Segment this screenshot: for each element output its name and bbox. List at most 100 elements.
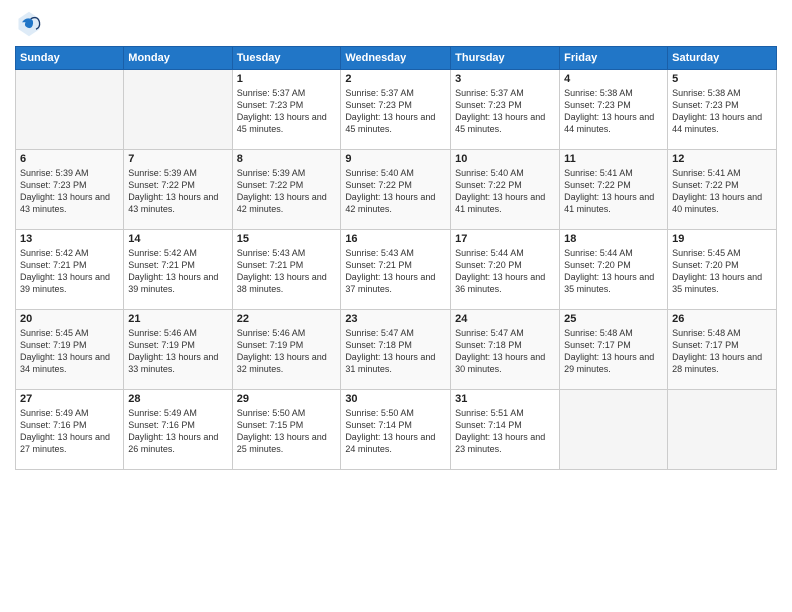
day-number: 14: [128, 233, 227, 245]
calendar-cell: 28 Sunrise: 5:49 AM Sunset: 7:16 PM Dayli…: [124, 390, 232, 470]
day-info: Sunrise: 5:43 AM Sunset: 7:21 PM Dayligh…: [237, 247, 337, 296]
day-number: 16: [345, 233, 446, 245]
day-info: Sunrise: 5:37 AM Sunset: 7:23 PM Dayligh…: [237, 87, 337, 136]
calendar-cell: 3 Sunrise: 5:37 AM Sunset: 7:23 PM Daylig…: [451, 70, 560, 150]
day-header-saturday: Saturday: [668, 47, 777, 70]
calendar-cell: 27 Sunrise: 5:49 AM Sunset: 7:16 PM Dayli…: [16, 390, 124, 470]
day-info: Sunrise: 5:50 AM Sunset: 7:15 PM Dayligh…: [237, 407, 337, 456]
day-number: 21: [128, 313, 227, 325]
calendar-cell: 22 Sunrise: 5:46 AM Sunset: 7:19 PM Dayli…: [232, 310, 341, 390]
week-row-2: 6 Sunrise: 5:39 AM Sunset: 7:23 PM Daylig…: [16, 150, 777, 230]
day-info: Sunrise: 5:38 AM Sunset: 7:23 PM Dayligh…: [564, 87, 663, 136]
calendar-cell: 2 Sunrise: 5:37 AM Sunset: 7:23 PM Daylig…: [341, 70, 451, 150]
day-info: Sunrise: 5:48 AM Sunset: 7:17 PM Dayligh…: [672, 327, 772, 376]
day-info: Sunrise: 5:40 AM Sunset: 7:22 PM Dayligh…: [455, 167, 555, 216]
calendar-cell: 12 Sunrise: 5:41 AM Sunset: 7:22 PM Dayli…: [668, 150, 777, 230]
day-info: Sunrise: 5:39 AM Sunset: 7:22 PM Dayligh…: [237, 167, 337, 216]
day-info: Sunrise: 5:39 AM Sunset: 7:23 PM Dayligh…: [20, 167, 119, 216]
day-info: Sunrise: 5:44 AM Sunset: 7:20 PM Dayligh…: [455, 247, 555, 296]
calendar-cell: 5Sunrise: 5:38 AM Sunset: 7:23 PM Daylig…: [668, 70, 777, 150]
day-number: 29: [237, 393, 337, 405]
week-row-3: 13 Sunrise: 5:42 AM Sunset: 7:21 PM Dayli…: [16, 230, 777, 310]
calendar-cell: 9Sunrise: 5:40 AM Sunset: 7:22 PM Daylig…: [341, 150, 451, 230]
day-info: Sunrise: 5:40 AM Sunset: 7:22 PM Dayligh…: [345, 167, 446, 216]
day-info: Sunrise: 5:44 AM Sunset: 7:20 PM Dayligh…: [564, 247, 663, 296]
day-number: 11: [564, 153, 663, 165]
day-info: Sunrise: 5:37 AM Sunset: 7:23 PM Dayligh…: [455, 87, 555, 136]
day-info: Sunrise: 5:39 AM Sunset: 7:22 PM Dayligh…: [128, 167, 227, 216]
calendar-cell: 13 Sunrise: 5:42 AM Sunset: 7:21 PM Dayli…: [16, 230, 124, 310]
calendar-cell: 18 Sunrise: 5:44 AM Sunset: 7:20 PM Dayli…: [560, 230, 668, 310]
calendar-cell: 25Sunrise: 5:48 AM Sunset: 7:17 PM Dayli…: [560, 310, 668, 390]
week-row-4: 20 Sunrise: 5:45 AM Sunset: 7:19 PM Dayli…: [16, 310, 777, 390]
day-info: Sunrise: 5:50 AM Sunset: 7:14 PM Dayligh…: [345, 407, 446, 456]
calendar-cell: [124, 70, 232, 150]
day-number: 19: [672, 233, 772, 245]
day-number: 15: [237, 233, 337, 245]
day-info: Sunrise: 5:42 AM Sunset: 7:21 PM Dayligh…: [20, 247, 119, 296]
day-number: 13: [20, 233, 119, 245]
day-number: 18: [564, 233, 663, 245]
day-info: Sunrise: 5:37 AM Sunset: 7:23 PM Dayligh…: [345, 87, 446, 136]
day-number: 30: [345, 393, 446, 405]
day-number: 22: [237, 313, 337, 325]
day-header-friday: Friday: [560, 47, 668, 70]
calendar-cell: [16, 70, 124, 150]
calendar-cell: 4 Sunrise: 5:38 AM Sunset: 7:23 PM Daylig…: [560, 70, 668, 150]
logo-icon: [15, 10, 43, 38]
day-number: 5: [672, 73, 772, 85]
calendar-cell: 23 Sunrise: 5:47 AM Sunset: 7:18 PM Dayli…: [341, 310, 451, 390]
calendar-cell: 16 Sunrise: 5:43 AM Sunset: 7:21 PM Dayli…: [341, 230, 451, 310]
day-info: Sunrise: 5:42 AM Sunset: 7:21 PM Dayligh…: [128, 247, 227, 296]
calendar-table: SundayMondayTuesdayWednesdayThursdayFrid…: [15, 46, 777, 470]
day-number: 4: [564, 73, 663, 85]
day-header-sunday: Sunday: [16, 47, 124, 70]
day-info: Sunrise: 5:49 AM Sunset: 7:16 PM Dayligh…: [20, 407, 119, 456]
calendar-cell: 29 Sunrise: 5:50 AM Sunset: 7:15 PM Dayli…: [232, 390, 341, 470]
calendar-header-row: SundayMondayTuesdayWednesdayThursdayFrid…: [16, 47, 777, 70]
calendar-cell: [560, 390, 668, 470]
calendar-cell: 11Sunrise: 5:41 AM Sunset: 7:22 PM Dayli…: [560, 150, 668, 230]
day-info: Sunrise: 5:47 AM Sunset: 7:18 PM Dayligh…: [345, 327, 446, 376]
day-number: 7: [128, 153, 227, 165]
day-number: 25: [564, 313, 663, 325]
calendar-cell: 8 Sunrise: 5:39 AM Sunset: 7:22 PM Daylig…: [232, 150, 341, 230]
page: SundayMondayTuesdayWednesdayThursdayFrid…: [0, 0, 792, 612]
day-number: 24: [455, 313, 555, 325]
calendar-cell: 20 Sunrise: 5:45 AM Sunset: 7:19 PM Dayli…: [16, 310, 124, 390]
day-info: Sunrise: 5:45 AM Sunset: 7:20 PM Dayligh…: [672, 247, 772, 296]
day-header-wednesday: Wednesday: [341, 47, 451, 70]
calendar-cell: 17Sunrise: 5:44 AM Sunset: 7:20 PM Dayli…: [451, 230, 560, 310]
day-number: 1: [237, 73, 337, 85]
day-number: 6: [20, 153, 119, 165]
calendar-cell: 1 Sunrise: 5:37 AM Sunset: 7:23 PM Daylig…: [232, 70, 341, 150]
day-number: 23: [345, 313, 446, 325]
day-info: Sunrise: 5:43 AM Sunset: 7:21 PM Dayligh…: [345, 247, 446, 296]
day-info: Sunrise: 5:41 AM Sunset: 7:22 PM Dayligh…: [672, 167, 772, 216]
day-number: 26: [672, 313, 772, 325]
calendar-cell: [668, 390, 777, 470]
day-info: Sunrise: 5:49 AM Sunset: 7:16 PM Dayligh…: [128, 407, 227, 456]
calendar-cell: 19 Sunrise: 5:45 AM Sunset: 7:20 PM Dayli…: [668, 230, 777, 310]
day-number: 28: [128, 393, 227, 405]
calendar-cell: 14 Sunrise: 5:42 AM Sunset: 7:21 PM Dayli…: [124, 230, 232, 310]
week-row-1: 1 Sunrise: 5:37 AM Sunset: 7:23 PM Daylig…: [16, 70, 777, 150]
day-number: 20: [20, 313, 119, 325]
day-info: Sunrise: 5:51 AM Sunset: 7:14 PM Dayligh…: [455, 407, 555, 456]
calendar-cell: 26 Sunrise: 5:48 AM Sunset: 7:17 PM Dayli…: [668, 310, 777, 390]
day-header-tuesday: Tuesday: [232, 47, 341, 70]
week-row-5: 27 Sunrise: 5:49 AM Sunset: 7:16 PM Dayli…: [16, 390, 777, 470]
day-number: 8: [237, 153, 337, 165]
day-info: Sunrise: 5:47 AM Sunset: 7:18 PM Dayligh…: [455, 327, 555, 376]
day-number: 12: [672, 153, 772, 165]
day-header-thursday: Thursday: [451, 47, 560, 70]
day-info: Sunrise: 5:46 AM Sunset: 7:19 PM Dayligh…: [237, 327, 337, 376]
calendar-cell: 6 Sunrise: 5:39 AM Sunset: 7:23 PM Daylig…: [16, 150, 124, 230]
day-info: Sunrise: 5:45 AM Sunset: 7:19 PM Dayligh…: [20, 327, 119, 376]
day-number: 27: [20, 393, 119, 405]
header: [15, 10, 777, 38]
calendar-cell: 15 Sunrise: 5:43 AM Sunset: 7:21 PM Dayli…: [232, 230, 341, 310]
day-number: 2: [345, 73, 446, 85]
calendar-cell: 21Sunrise: 5:46 AM Sunset: 7:19 PM Dayli…: [124, 310, 232, 390]
day-number: 3: [455, 73, 555, 85]
